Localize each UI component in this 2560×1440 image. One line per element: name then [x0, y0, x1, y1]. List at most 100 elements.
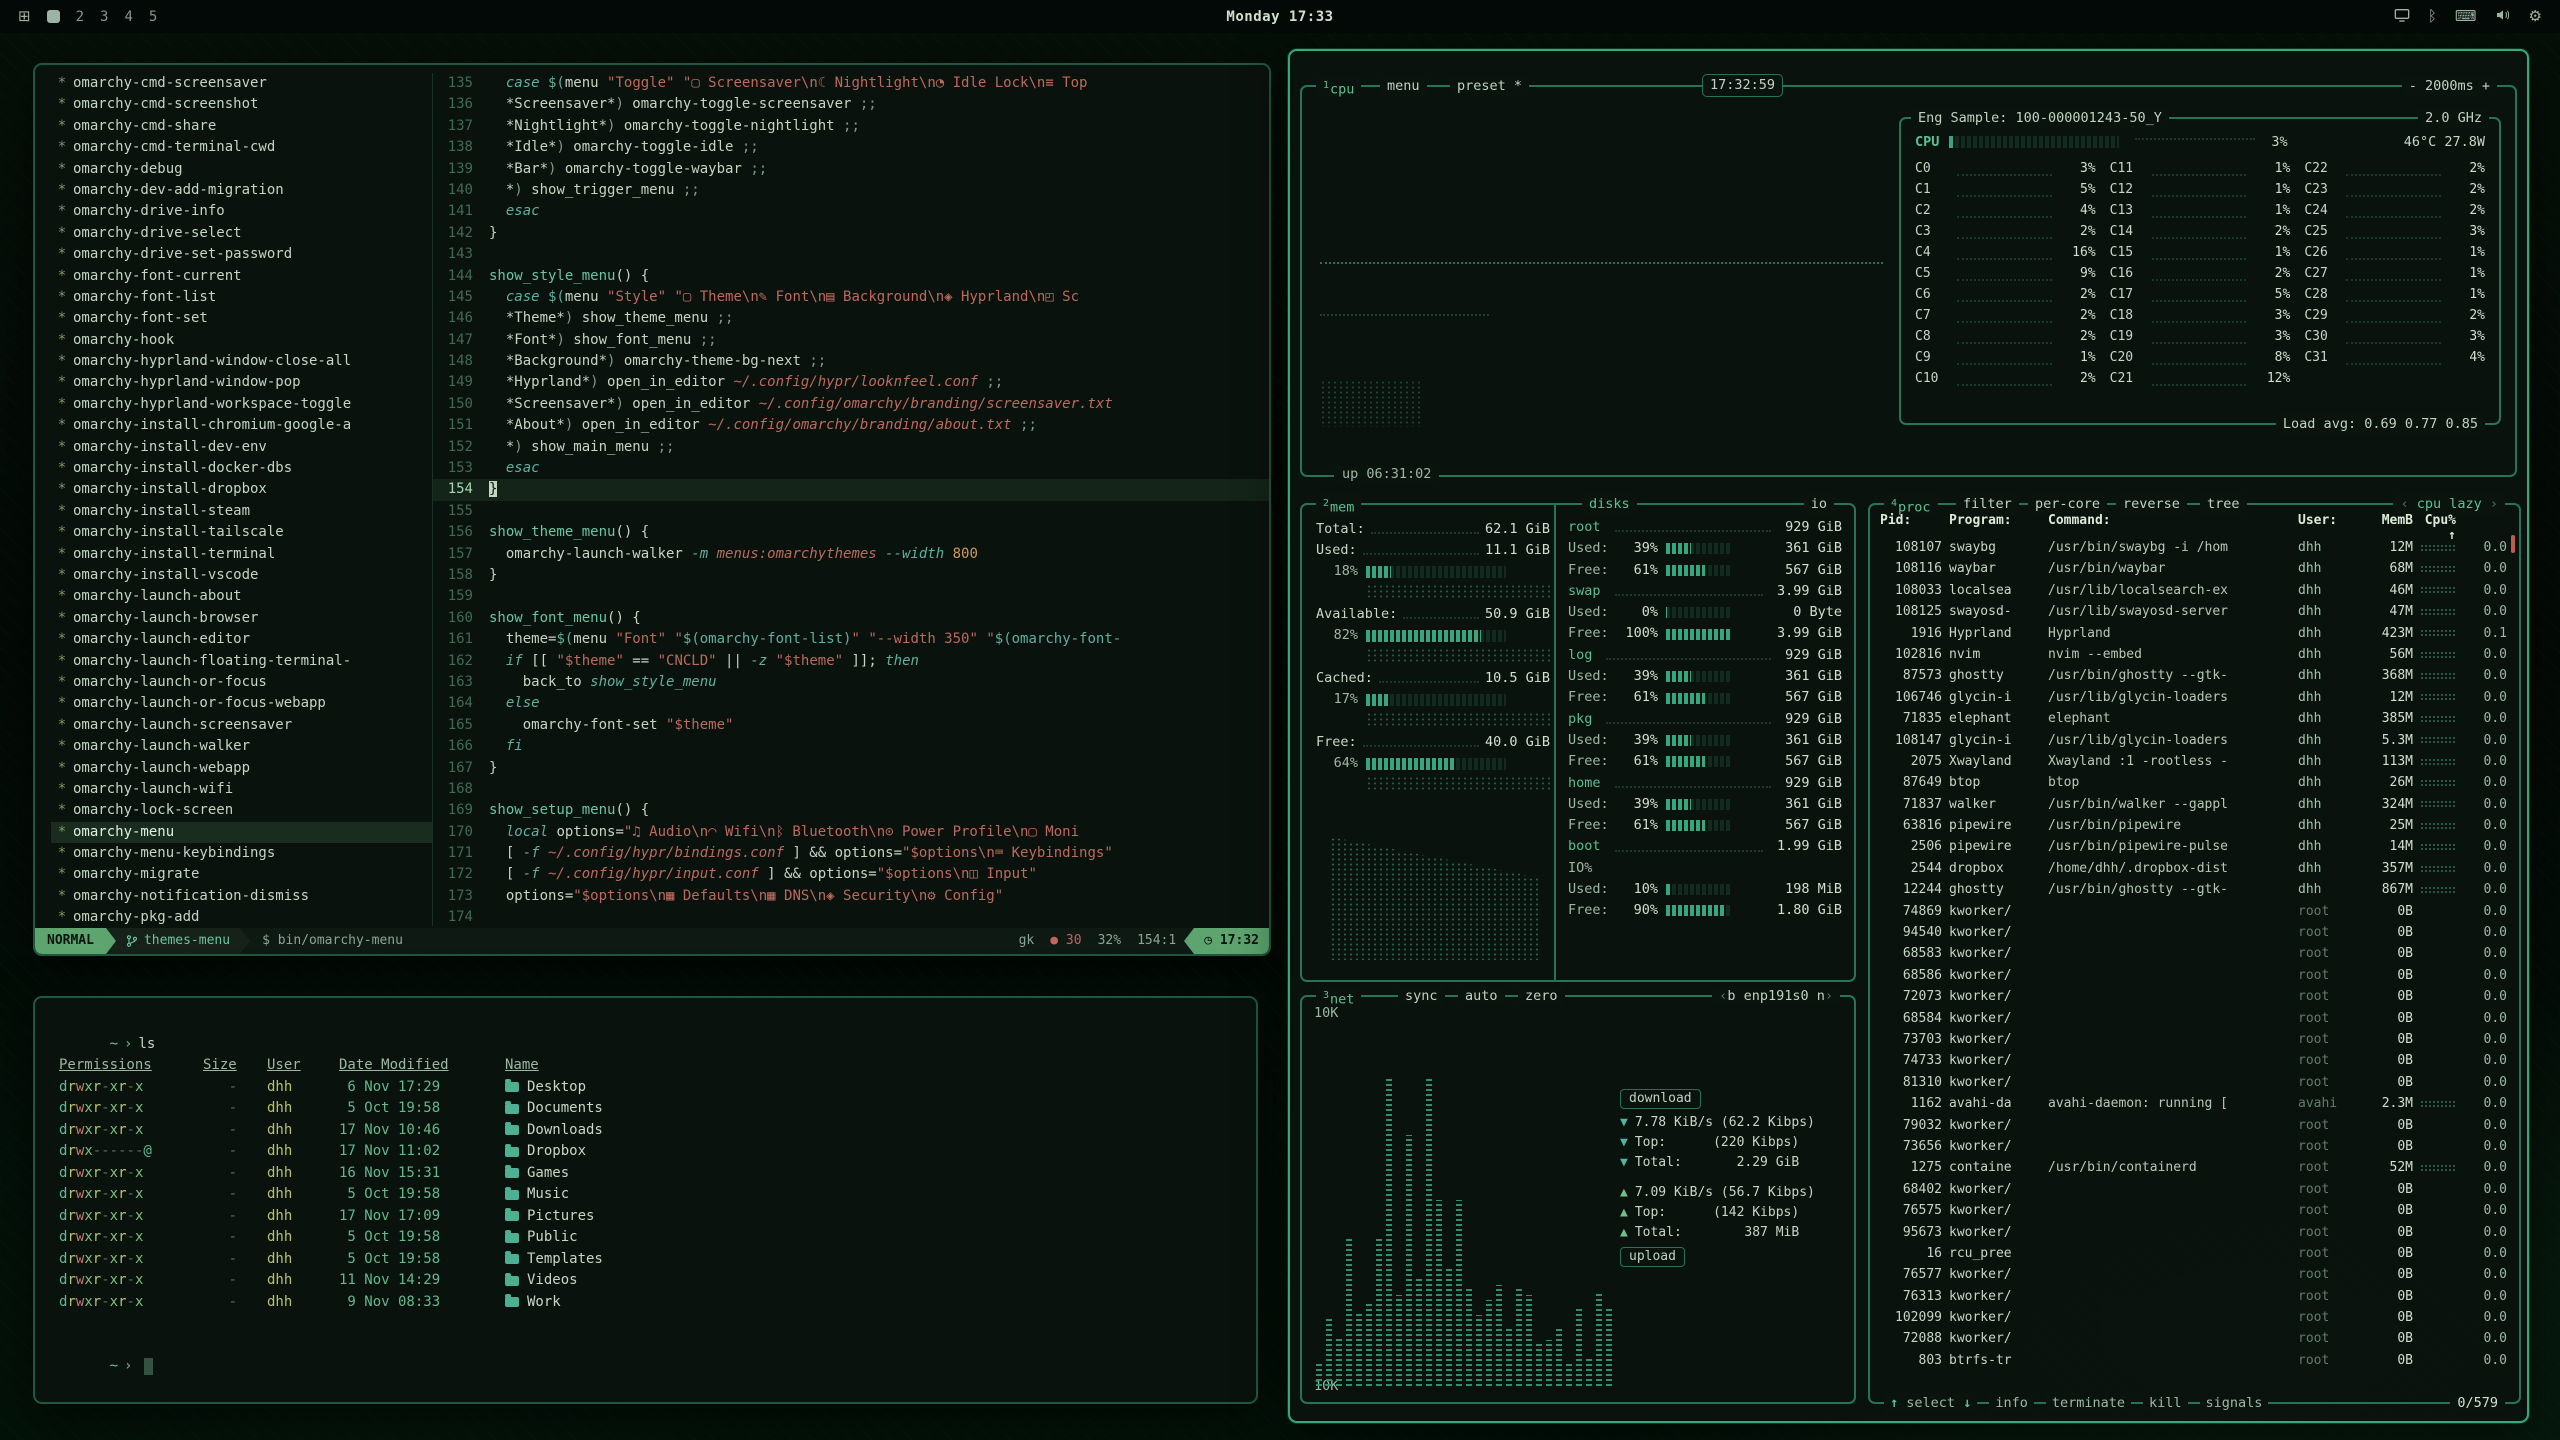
file-tree-item[interactable]: *omarchy-install-dropbox [51, 479, 432, 500]
tree-button[interactable]: tree [2200, 494, 2247, 514]
file-tree-item[interactable]: *omarchy-launch-about [51, 586, 432, 607]
process-row[interactable]: 1275containe/usr/bin/containerdroot52M0.… [1880, 1157, 2507, 1178]
file-tree[interactable]: *omarchy-cmd-screensaver*omarchy-cmd-scr… [35, 73, 433, 926]
update-interval[interactable]: - 2000ms + [2402, 76, 2497, 96]
cpu-box-tab[interactable]: 1cpu [1316, 76, 1361, 96]
process-row[interactable]: 95673kworker/root0B0.0 [1880, 1222, 2507, 1243]
file-tree-item[interactable]: *omarchy-drive-select [51, 223, 432, 244]
file-tree-item[interactable]: *omarchy-install-terminal [51, 544, 432, 565]
file-tree-item[interactable]: *omarchy-launch-browser [51, 608, 432, 629]
file-tree-item[interactable]: *omarchy-drive-info [51, 201, 432, 222]
process-row[interactable]: 68402kworker/root0B0.0 [1880, 1179, 2507, 1200]
process-row[interactable]: 12244ghostty/usr/bin/ghostty --gtk-dhh86… [1880, 879, 2507, 900]
footer-select-button[interactable]: ↑ select ↓ [1884, 1393, 1977, 1413]
footer-terminate-button[interactable]: terminate [2046, 1393, 2131, 1413]
ls-row[interactable]: Games [505, 1163, 1256, 1185]
process-row[interactable]: 71835elephantelephantdhh385M0.0 [1880, 708, 2507, 729]
volume-icon[interactable] [2495, 7, 2511, 27]
file-tree-item[interactable]: *omarchy-hyprland-window-pop [51, 372, 432, 393]
process-row[interactable]: 803btrfs-trroot0B0.0 [1880, 1350, 2507, 1371]
ls-row[interactable]: Work [505, 1292, 1256, 1314]
disks-tab[interactable]: disks [1582, 494, 1637, 514]
workspace-3[interactable]: 3 [100, 9, 108, 25]
zero-button[interactable]: zero [1518, 986, 1565, 1006]
file-tree-item[interactable]: *omarchy-lock-screen [51, 800, 432, 821]
process-row[interactable]: 74733kworker/root0B0.0 [1880, 1050, 2507, 1071]
auto-button[interactable]: auto [1458, 986, 1505, 1006]
process-row[interactable]: 108107swaybg/usr/bin/swaybg -i /homdhh12… [1880, 537, 2507, 558]
footer-signals-button[interactable]: signals [2200, 1393, 2269, 1413]
process-row[interactable]: 76575kworker/root0B0.0 [1880, 1200, 2507, 1221]
process-row[interactable]: 76577kworker/root0B0.0 [1880, 1264, 2507, 1285]
process-row[interactable]: 79032kworker/root0B0.0 [1880, 1115, 2507, 1136]
file-tree-item[interactable]: *omarchy-install-steam [51, 501, 432, 522]
process-row[interactable]: 73703kworker/root0B0.0 [1880, 1029, 2507, 1050]
file-tree-item[interactable]: *omarchy-install-vscode [51, 565, 432, 586]
process-row[interactable]: 74869kworker/root0B0.0 [1880, 901, 2507, 922]
footer-kill-button[interactable]: kill [2143, 1393, 2188, 1413]
file-tree-item[interactable]: *omarchy-notification-dismiss [51, 886, 432, 907]
file-tree-item[interactable]: *omarchy-font-list [51, 287, 432, 308]
file-tree-item[interactable]: *omarchy-install-tailscale [51, 522, 432, 543]
process-row[interactable]: 108125swayosd-/usr/lib/swayosd-serverdhh… [1880, 601, 2507, 622]
ls-row[interactable]: Templates [505, 1249, 1256, 1271]
file-tree-item[interactable]: *omarchy-launch-floating-terminal- [51, 651, 432, 672]
btop-window[interactable]: 1cpu menu preset * 17:32:59 - 2000ms + E… [1288, 49, 2529, 1423]
file-tree-item[interactable]: *omarchy-drive-set-password [51, 244, 432, 265]
keyboard-icon[interactable]: ⌨ [2455, 9, 2477, 24]
ls-row[interactable]: Desktop [505, 1077, 1256, 1099]
process-row[interactable]: 87573ghostty/usr/bin/ghostty --gtk-dhh36… [1880, 665, 2507, 686]
file-tree-item[interactable]: *omarchy-launch-walker [51, 736, 432, 757]
editor-window[interactable]: *omarchy-cmd-screensaver*omarchy-cmd-scr… [33, 63, 1271, 956]
file-tree-item[interactable]: *omarchy-launch-wifi [51, 779, 432, 800]
mem-box-tab[interactable]: 2mem [1316, 494, 1361, 514]
process-row[interactable]: 1162avahi-daavahi-daemon: running [avahi… [1880, 1093, 2507, 1114]
file-tree-item[interactable]: *omarchy-launch-or-focus-webapp [51, 693, 432, 714]
file-tree-item[interactable]: *omarchy-cmd-share [51, 116, 432, 137]
process-row[interactable]: 63816pipewire/usr/bin/pipewiredhh25M0.0 [1880, 815, 2507, 836]
process-row[interactable]: 102816nvimnvim --embeddhh56M0.0 [1880, 644, 2507, 665]
file-tree-item[interactable]: *omarchy-launch-editor [51, 629, 432, 650]
io-tab[interactable]: io [1804, 494, 1834, 514]
ls-row[interactable]: Downloads [505, 1120, 1256, 1142]
file-tree-item[interactable]: *omarchy-menu [51, 822, 432, 843]
process-row[interactable]: 68586kworker/root0B0.0 [1880, 965, 2507, 986]
file-tree-item[interactable]: *omarchy-debug [51, 159, 432, 180]
process-row[interactable]: 73656kworker/root0B0.0 [1880, 1136, 2507, 1157]
process-row[interactable]: 2544dropbox/home/dhh/.dropbox-distdhh357… [1880, 858, 2507, 879]
process-row[interactable]: 108116waybar/usr/bin/waybardhh68M0.0 [1880, 558, 2507, 579]
scrollbar-thumb[interactable] [2511, 535, 2515, 553]
process-row[interactable]: 72088kworker/root0B0.0 [1880, 1328, 2507, 1349]
file-tree-item[interactable]: *omarchy-launch-screensaver [51, 715, 432, 736]
file-tree-item[interactable]: *omarchy-install-chromium-google-a [51, 415, 432, 436]
process-row[interactable]: 1916HyprlandHyprlanddhh423M0.1 [1880, 623, 2507, 644]
terminal-window[interactable]: ~›ls PermissionsSizeUserDate ModifiedNam… [33, 996, 1258, 1404]
file-tree-item[interactable]: *omarchy-dev-add-migration [51, 180, 432, 201]
filter-button[interactable]: filter [1956, 494, 2019, 514]
process-row[interactable]: 72073kworker/root0B0.0 [1880, 986, 2507, 1007]
file-tree-item[interactable]: *omarchy-launch-or-focus [51, 672, 432, 693]
file-tree-item[interactable]: *omarchy-pkg-add [51, 907, 432, 926]
prompt-line[interactable]: ~› [59, 1335, 1256, 1357]
sync-button[interactable]: sync [1398, 986, 1445, 1006]
app-menu-icon[interactable]: ⊞ [18, 9, 31, 24]
reverse-button[interactable]: reverse [2116, 494, 2187, 514]
file-tree-item[interactable]: *omarchy-install-dev-env [51, 437, 432, 458]
ls-row[interactable]: Dropbox [505, 1141, 1256, 1163]
settings-gear-icon[interactable]: ⚙ [2529, 9, 2542, 24]
menu-button[interactable]: menu [1380, 76, 1427, 96]
code-area[interactable]: 135 case $(menu "Toggle" "▢ Screensaver\… [433, 73, 1269, 926]
process-row[interactable]: 108147glycin-i/usr/lib/glycin-loadersdhh… [1880, 730, 2507, 751]
process-row[interactable]: 68583kworker/root0B0.0 [1880, 943, 2507, 964]
process-row[interactable]: 2075XwaylandXwayland :1 -rootless -dhh11… [1880, 751, 2507, 772]
ls-row[interactable]: Music [505, 1184, 1256, 1206]
workspace-4[interactable]: 4 [124, 9, 132, 25]
file-tree-item[interactable]: *omarchy-menu-keybindings [51, 843, 432, 864]
file-tree-item[interactable]: *omarchy-hyprland-workspace-toggle [51, 394, 432, 415]
ls-row[interactable]: Pictures [505, 1206, 1256, 1228]
file-tree-item[interactable]: *omarchy-font-set [51, 308, 432, 329]
ls-row[interactable]: Documents [505, 1098, 1256, 1120]
preset-button[interactable]: preset * [1450, 76, 1529, 96]
net-box-tab[interactable]: 3net [1316, 986, 1361, 1006]
net-interface[interactable]: ‹b enp191s0 n› [1712, 986, 1840, 1006]
